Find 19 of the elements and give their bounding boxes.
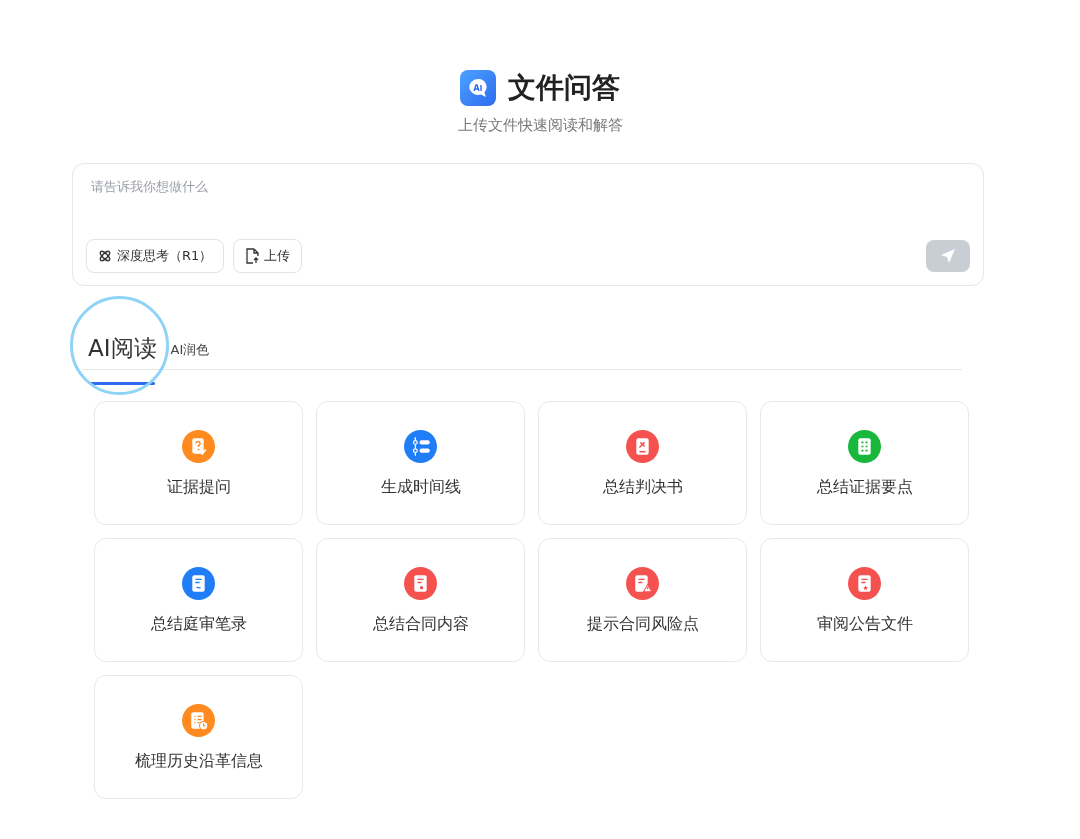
task-card[interactable]: 总结庭审笔录 bbox=[94, 538, 303, 662]
task-card[interactable]: 提示合同风险点 bbox=[538, 538, 747, 662]
task-card[interactable]: 证据提问 bbox=[94, 401, 303, 525]
page-subtitle: 上传文件快速阅读和解答 bbox=[457, 115, 623, 135]
tab[interactable]: AI阅读 bbox=[82, 333, 163, 385]
file-upload-icon bbox=[245, 248, 260, 264]
send-icon bbox=[940, 248, 956, 264]
task-card[interactable]: 总结合同内容 bbox=[316, 538, 525, 662]
upload-button[interactable]: 上传 bbox=[233, 239, 303, 273]
task-card[interactable]: 审阅公告文件 bbox=[760, 538, 969, 662]
deep-think-button[interactable]: 深度思考（R1） bbox=[86, 239, 225, 273]
ai-chat-logo-icon bbox=[460, 70, 496, 106]
page-title: 文件问答 bbox=[508, 70, 620, 106]
atom-icon bbox=[98, 249, 112, 263]
task-card[interactable]: 总结证据要点 bbox=[760, 401, 969, 525]
tab[interactable]: AI润色 bbox=[166, 341, 214, 369]
task-card[interactable]: 生成时间线 bbox=[316, 401, 525, 525]
task-card[interactable]: 梳理历史沿革信息 bbox=[94, 675, 303, 799]
task-card[interactable]: 总结判决书 bbox=[538, 401, 747, 525]
